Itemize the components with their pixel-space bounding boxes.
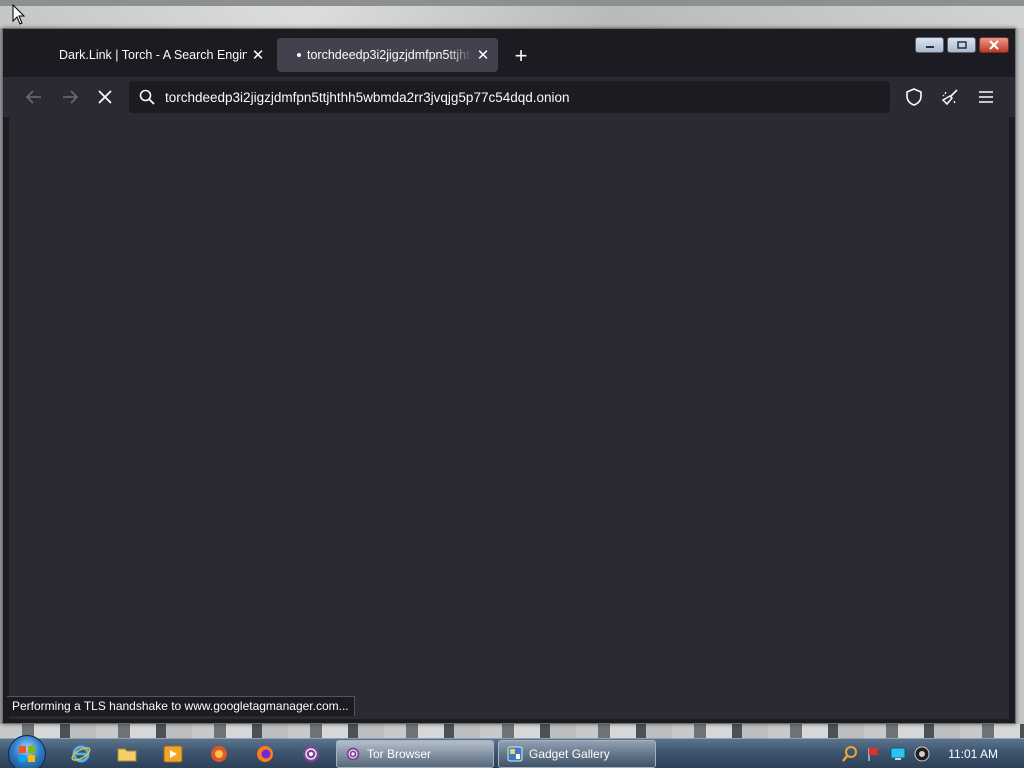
tor-onion-icon bbox=[303, 746, 319, 762]
system-tray: 11:01 AM bbox=[838, 739, 1024, 768]
stop-button[interactable] bbox=[90, 83, 120, 111]
action-center-flag-icon[interactable] bbox=[862, 742, 886, 766]
taskbar-item-gadget-gallery[interactable]: Gadget Gallery bbox=[498, 740, 656, 768]
mouse-cursor-icon bbox=[12, 4, 26, 25]
restore-icon bbox=[956, 41, 967, 49]
new-identity-button[interactable] bbox=[935, 83, 965, 111]
forward-button[interactable] bbox=[55, 83, 85, 111]
start-button[interactable] bbox=[8, 735, 46, 768]
navigation-toolbar bbox=[3, 77, 1015, 117]
clock[interactable]: 11:01 AM bbox=[948, 747, 998, 761]
tab-title: Dark.Link | Torch - A Search Engine | bbox=[59, 48, 247, 62]
url-input[interactable] bbox=[162, 89, 890, 105]
volume-icon[interactable] bbox=[910, 742, 934, 766]
app-icon bbox=[211, 746, 227, 762]
windows-logo-icon bbox=[19, 746, 35, 762]
internet-explorer-icon bbox=[71, 745, 91, 763]
taskbar-item-label: Gadget Gallery bbox=[529, 747, 610, 761]
taskbar-item-label: Tor Browser bbox=[367, 747, 432, 761]
tab-strip: Dark.Link | Torch - A Search Engine | ✕ … bbox=[3, 29, 1015, 77]
tab-onion-loading[interactable]: torchdeedp3i2jigzjdmfpn5ttjhthh5wbmda2rr… bbox=[277, 38, 498, 72]
page-content-area bbox=[9, 117, 1009, 719]
close-window-button[interactable] bbox=[979, 37, 1009, 53]
window-controls bbox=[915, 37, 1009, 53]
tab-title: torchdeedp3i2jigzjdmfpn5ttjhthh5wbmda2rr… bbox=[307, 48, 472, 62]
broom-icon bbox=[941, 89, 958, 106]
media-player-icon bbox=[163, 745, 183, 763]
file-explorer-launcher[interactable] bbox=[114, 742, 140, 766]
application-menu-button[interactable] bbox=[971, 83, 1001, 111]
tab-close-icon[interactable]: ✕ bbox=[472, 44, 494, 66]
maximize-button[interactable] bbox=[947, 37, 976, 53]
tor-browser-window: Dark.Link | Torch - A Search Engine | ✕ … bbox=[2, 28, 1016, 724]
security-level-button[interactable] bbox=[899, 83, 929, 111]
network-icon[interactable] bbox=[886, 742, 910, 766]
search-icon bbox=[132, 89, 162, 105]
taskbar: Tor Browser Gadget Gallery 11:01 AM bbox=[0, 735, 1024, 768]
stop-icon bbox=[98, 90, 112, 104]
tor-browser-launcher[interactable] bbox=[298, 742, 324, 766]
tray-search-icon[interactable] bbox=[838, 742, 862, 766]
close-icon bbox=[989, 40, 999, 50]
back-button[interactable] bbox=[19, 83, 49, 111]
app-launcher[interactable] bbox=[206, 742, 232, 766]
media-player-launcher[interactable] bbox=[160, 742, 186, 766]
arrow-left-icon bbox=[26, 90, 41, 104]
internet-explorer-launcher[interactable] bbox=[68, 742, 94, 766]
folder-icon bbox=[117, 748, 137, 762]
hamburger-menu-icon bbox=[979, 91, 993, 103]
firefox-icon bbox=[257, 746, 273, 762]
taskbar-item-tor-browser[interactable]: Tor Browser bbox=[336, 740, 494, 768]
new-tab-button[interactable]: + bbox=[507, 42, 535, 70]
url-bar[interactable] bbox=[129, 81, 890, 113]
loading-dot-icon bbox=[297, 53, 301, 57]
tab-torch-search[interactable]: Dark.Link | Torch - A Search Engine | ✕ bbox=[51, 38, 273, 72]
shield-icon bbox=[906, 88, 922, 106]
tab-close-icon[interactable]: ✕ bbox=[247, 44, 269, 66]
tor-onion-icon bbox=[346, 747, 360, 761]
firefox-launcher[interactable] bbox=[252, 742, 278, 766]
gadget-gallery-icon bbox=[507, 746, 523, 762]
minimize-button[interactable] bbox=[915, 37, 944, 53]
status-panel: Performing a TLS handshake to www.google… bbox=[7, 696, 355, 716]
minimize-icon bbox=[925, 46, 934, 48]
arrow-right-icon bbox=[63, 90, 78, 104]
